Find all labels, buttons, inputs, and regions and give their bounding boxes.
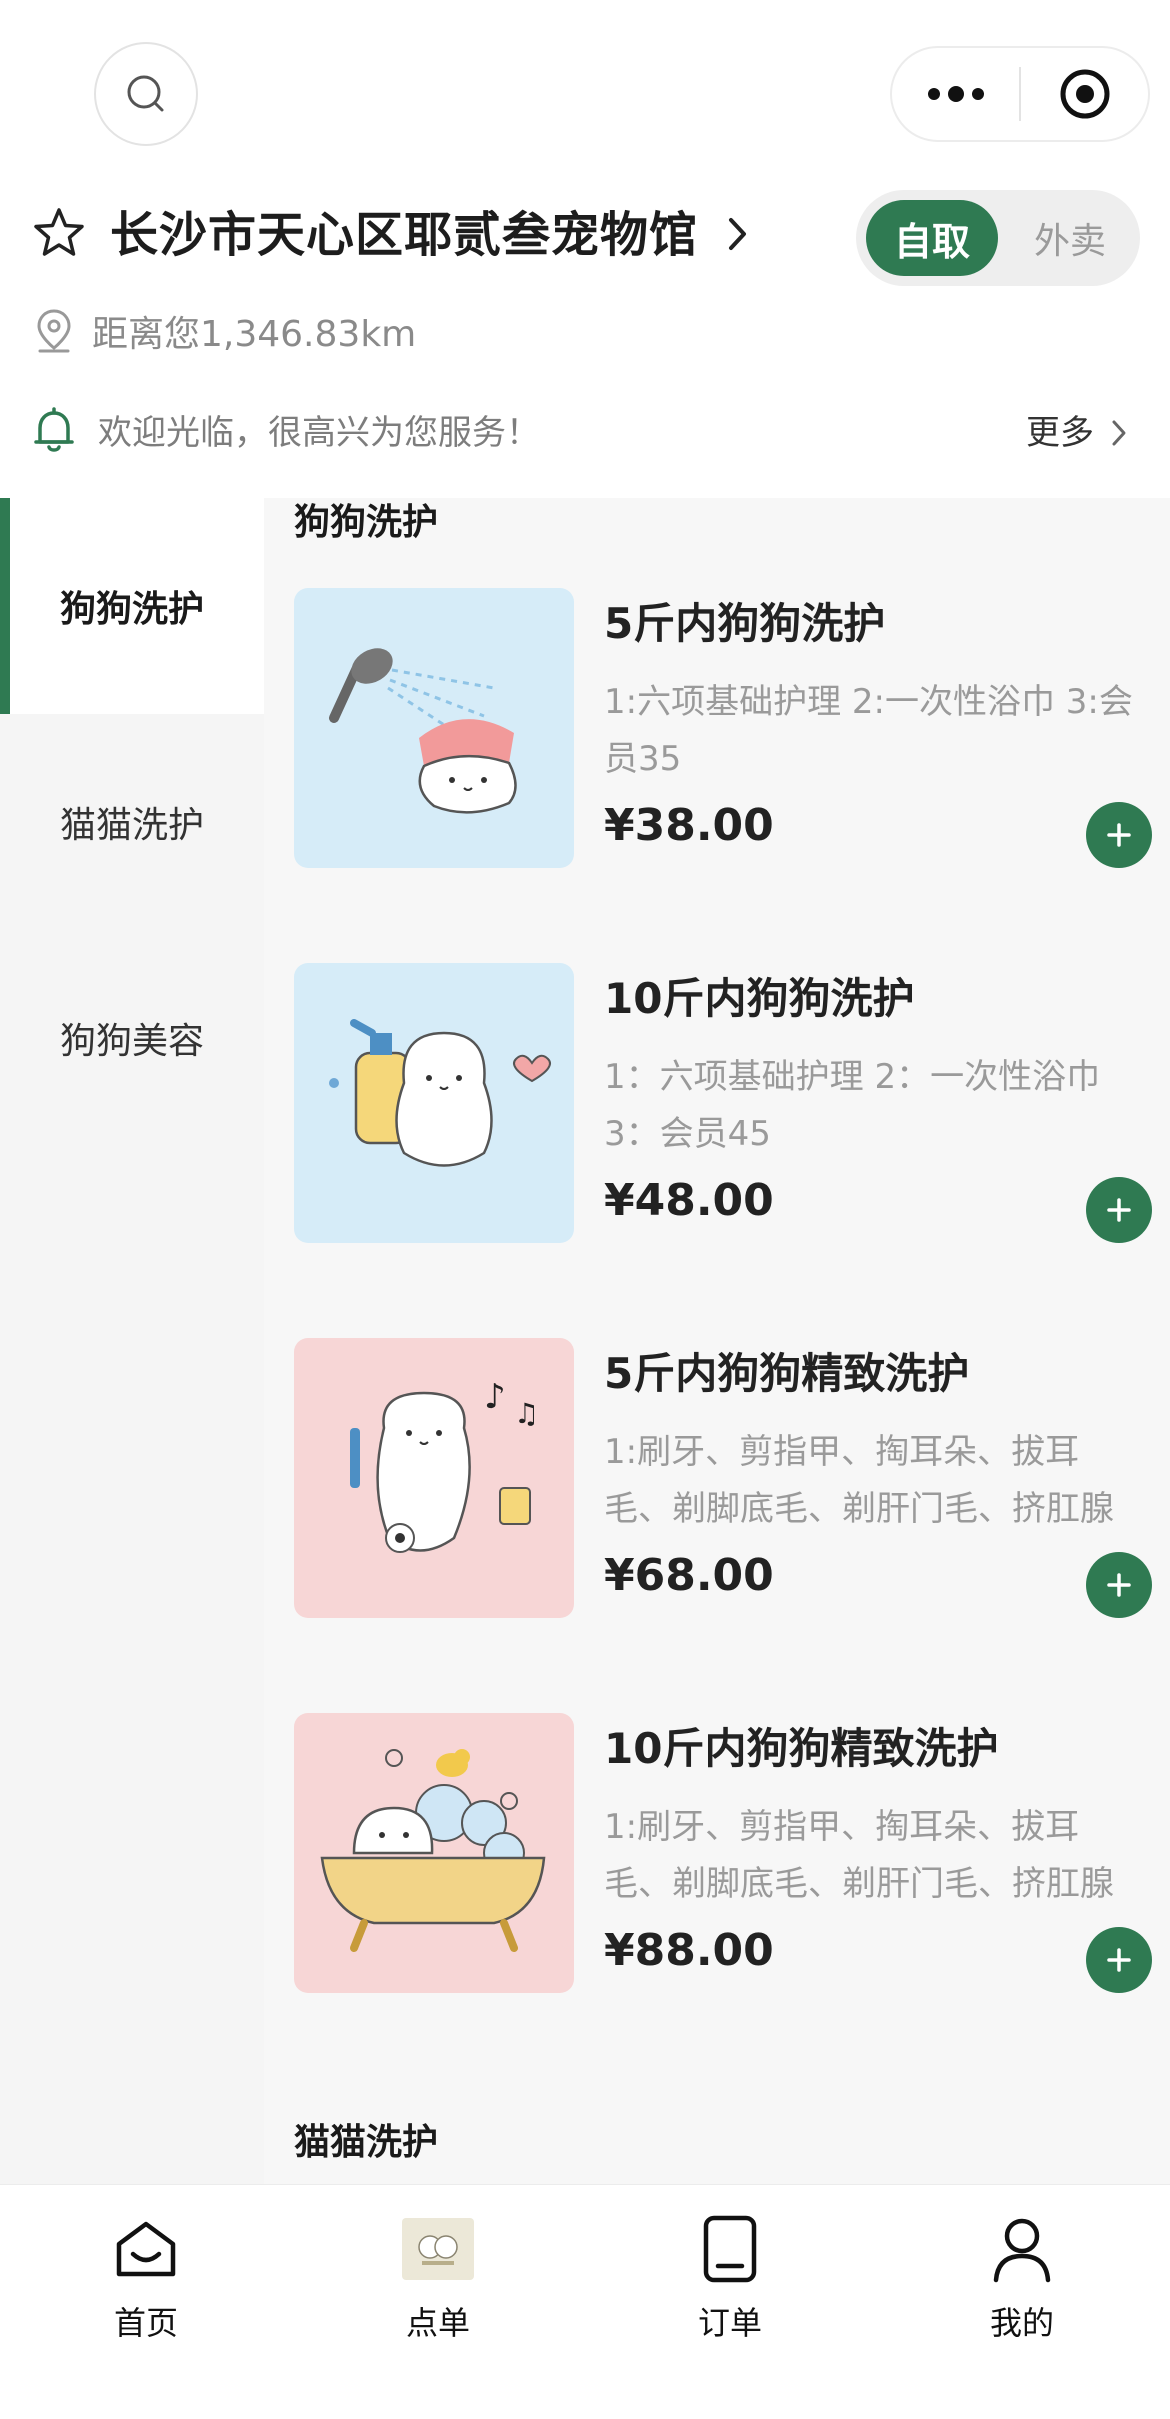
mini-program-capsule xyxy=(890,46,1150,142)
store-logo xyxy=(402,2218,474,2280)
add-to-cart-button[interactable] xyxy=(1086,802,1152,868)
svg-text:♪: ♪ xyxy=(484,1377,506,1417)
plus-icon xyxy=(1107,823,1131,847)
product-name: 5斤内狗狗洗护 xyxy=(604,599,886,648)
product-price: ¥48.00 xyxy=(604,1175,774,1226)
tab-label: 订单 xyxy=(697,2304,762,2342)
target-icon xyxy=(1060,69,1109,119)
dog-shower-illustration xyxy=(329,648,517,814)
tab-order-menu[interactable]: 点单 xyxy=(292,2185,584,2385)
mode-pickup-button[interactable]: 自取 xyxy=(866,200,998,276)
add-to-cart-button[interactable] xyxy=(1086,1927,1152,1993)
bell-icon xyxy=(34,407,74,452)
product-card[interactable]: 5斤内狗狗洗护 1:六项基础护理 2:一次性浴巾 3:会员35 ¥38.00 xyxy=(294,588,1154,868)
add-to-cart-button[interactable] xyxy=(1086,1177,1152,1243)
tab-home[interactable]: 首页 xyxy=(0,2185,292,2385)
close-mini-program-button[interactable] xyxy=(1021,48,1148,140)
section-title: 狗狗洗护 xyxy=(294,502,439,543)
sidebar-item-cat-wash[interactable]: 猫猫洗护 xyxy=(0,714,264,930)
product-description: 1：六项基础护理 2：一次性浴巾 3：会员45 xyxy=(604,1057,1101,1154)
more-link[interactable]: 更多 xyxy=(1026,408,1094,458)
mode-delivery-button[interactable]: 外卖 xyxy=(1008,200,1132,276)
plus-icon xyxy=(1107,1198,1131,1222)
product-image-dog-shampoo xyxy=(294,963,574,1243)
dog-toothbrush-illustration: ♪ ♫ xyxy=(350,1377,539,1553)
sidebar-item-label: 狗狗美容 xyxy=(60,1021,205,1062)
more-menu-button[interactable] xyxy=(892,48,1019,140)
product-price: ¥88.00 xyxy=(604,1925,774,1976)
store-name[interactable]: 长沙市天心区耶贰叁宠物馆 xyxy=(110,202,698,268)
product-name: 10斤内狗狗精致洗护 xyxy=(604,1724,999,1773)
tab-label: 首页 xyxy=(113,2304,178,2342)
chevron-right-icon[interactable] xyxy=(1110,418,1128,448)
sidebar-item-dog-grooming[interactable]: 狗狗美容 xyxy=(0,930,264,1146)
order-icon xyxy=(703,2215,757,2283)
sidebar-item-dog-wash[interactable]: 狗狗洗护 xyxy=(0,498,264,714)
product-image-dog-shower xyxy=(294,588,574,868)
svg-text:♫: ♫ xyxy=(514,1397,539,1430)
product-description: 1:刷牙、剪指甲、掏耳朵、拔耳毛、剃脚底毛、剃肝门毛、挤肛腺 xyxy=(604,1432,1114,1529)
bottom-tab-bar: 首页 点单 订单 我的 xyxy=(0,2184,1170,2419)
profile-icon xyxy=(993,2218,1051,2283)
tab-orders[interactable]: 订单 xyxy=(584,2185,876,2385)
location-pin-icon xyxy=(37,309,71,353)
tab-profile[interactable]: 我的 xyxy=(876,2185,1168,2385)
product-description: 1:刷牙、剪指甲、掏耳朵、拔耳毛、剃脚底毛、剃肝门毛、挤肛腺 xyxy=(604,1807,1114,1904)
product-name: 5斤内狗狗精致洗护 xyxy=(604,1349,970,1398)
category-sidebar: 狗狗洗护 猫猫洗护 狗狗美容 xyxy=(0,498,264,2184)
page: 长沙市天心区耶贰叁宠物馆 自取 外卖 距离您1,346.83km 欢迎光临，很高… xyxy=(0,0,1170,2419)
section-title: 猫猫洗护 xyxy=(294,2122,439,2163)
tab-label: 我的 xyxy=(989,2304,1054,2342)
sidebar-item-label: 狗狗洗护 xyxy=(60,589,205,630)
product-image-dog-bathtub xyxy=(294,1713,574,1993)
dog-bathtub-illustration xyxy=(320,1749,546,1952)
search-icon xyxy=(127,75,164,112)
favorite-star-icon[interactable] xyxy=(32,206,86,260)
tab-label: 点单 xyxy=(405,2304,470,2342)
menu-area: 狗狗洗护 猫猫洗护 狗狗美容 狗狗洗护 5斤内狗狗洗护 1:六项基础护理 2:一… xyxy=(0,498,1170,2184)
welcome-notice: 欢迎光临，很高兴为您服务！ xyxy=(98,413,540,453)
add-to-cart-button[interactable] xyxy=(1086,1552,1152,1618)
plus-icon xyxy=(1107,1573,1131,1597)
sidebar-item-label: 猫猫洗护 xyxy=(60,805,205,846)
product-card[interactable]: ♪ ♫ 5斤内狗狗精致洗护 1:刷牙、剪指甲、掏耳朵、拔耳毛、剃脚底毛、剃肝门毛… xyxy=(294,1338,1154,1618)
home-icon xyxy=(116,2221,176,2277)
plus-icon xyxy=(1107,1948,1131,1972)
chevron-right-icon[interactable] xyxy=(725,216,749,252)
store-distance: 距离您1,346.83km xyxy=(92,314,417,355)
product-card[interactable]: 10斤内狗狗洗护 1：六项基础护理 2：一次性浴巾 3：会员45 ¥48.00 xyxy=(294,963,1154,1243)
dog-shampoo-illustration xyxy=(329,1019,551,1167)
product-card[interactable]: 10斤内狗狗精致洗护 1:刷牙、剪指甲、掏耳朵、拔耳毛、剃脚底毛、剃肝门毛、挤肛… xyxy=(294,1713,1154,1993)
more-dots-icon xyxy=(927,86,984,102)
product-price: ¥68.00 xyxy=(604,1550,774,1601)
search-button[interactable] xyxy=(94,42,198,146)
product-name: 10斤内狗狗洗护 xyxy=(604,974,915,1023)
product-description: 1:六项基础护理 2:一次性浴巾 3:会员35 xyxy=(604,682,1133,779)
product-price: ¥38.00 xyxy=(604,800,774,851)
product-image-dog-toothbrush: ♪ ♫ xyxy=(294,1338,574,1618)
product-list: 狗狗洗护 5斤内狗狗洗护 1:六项基础护理 2:一次性浴巾 3:会员35 ¥38… xyxy=(264,498,1170,2184)
order-mode-toggle: 自取 外卖 xyxy=(856,190,1140,286)
